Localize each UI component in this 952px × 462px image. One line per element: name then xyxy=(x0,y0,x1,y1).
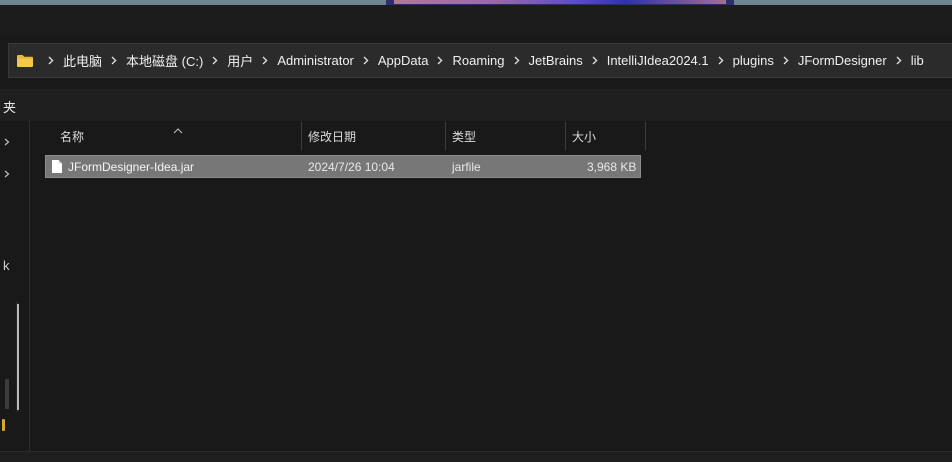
command-bar: 夹 xyxy=(0,89,952,121)
toolbar-gap xyxy=(0,79,952,89)
chevron-right-icon[interactable] xyxy=(777,53,795,69)
folder-icon xyxy=(2,419,5,431)
nav-scrollbar-thumb[interactable] xyxy=(17,304,19,410)
navigation-pane: k xyxy=(0,121,30,461)
nav-label-fragment: 夹 xyxy=(3,100,17,115)
column-divider[interactable] xyxy=(645,122,646,150)
breadcrumb: 此电脑 本地磁盘 (C:) 用户 Administrator AppData Roamin… xyxy=(42,51,927,70)
breadcrumb-item[interactable]: JetBrains xyxy=(526,53,586,68)
chevron-right-icon[interactable] xyxy=(256,53,274,69)
file-modified: 2024/7/26 10:04 xyxy=(308,160,395,174)
chevron-right-icon[interactable] xyxy=(586,53,604,69)
chevron-right-icon[interactable] xyxy=(4,133,10,146)
address-bar[interactable]: 此电脑 本地磁盘 (C:) 用户 Administrator AppData Roamin… xyxy=(8,43,952,78)
chevron-right-icon[interactable] xyxy=(712,53,730,69)
breadcrumb-item[interactable]: JFormDesigner xyxy=(795,53,890,68)
breadcrumb-item[interactable]: 此电脑 xyxy=(60,51,105,70)
file-type: jarfile xyxy=(452,160,481,174)
breadcrumb-item[interactable]: Administrator xyxy=(274,53,357,68)
file-icon xyxy=(51,159,63,174)
chevron-right-icon[interactable] xyxy=(105,53,123,69)
column-header-name[interactable]: 名称 xyxy=(60,121,300,151)
breadcrumb-item[interactable]: lib xyxy=(908,53,927,68)
breadcrumb-item[interactable]: 用户 xyxy=(224,51,256,70)
title-bar xyxy=(0,5,952,35)
chevron-right-icon[interactable] xyxy=(206,53,224,69)
column-divider[interactable] xyxy=(565,122,566,150)
column-header-modified[interactable]: 修改日期 xyxy=(308,121,444,151)
nav-scroll-indicator xyxy=(5,379,9,409)
chevron-right-icon[interactable] xyxy=(508,53,526,69)
breadcrumb-item[interactable]: 本地磁盘 (C:) xyxy=(123,51,206,70)
breadcrumb-item[interactable]: AppData xyxy=(375,53,432,68)
chevron-right-icon[interactable] xyxy=(42,53,60,69)
file-row[interactable]: JFormDesigner-Idea.jar 2024/7/26 10:04 j… xyxy=(45,155,641,178)
chevron-right-icon[interactable] xyxy=(431,53,449,69)
column-divider[interactable] xyxy=(445,122,446,150)
breadcrumb-item[interactable]: plugins xyxy=(730,53,777,68)
chevron-right-icon[interactable] xyxy=(4,165,10,178)
nav-item-fragment[interactable]: k xyxy=(3,258,10,273)
chevron-right-icon[interactable] xyxy=(357,53,375,69)
thumbnail-image xyxy=(394,0,726,4)
column-divider[interactable] xyxy=(301,122,302,150)
breadcrumb-item[interactable]: Roaming xyxy=(449,53,507,68)
chevron-right-icon[interactable] xyxy=(890,53,908,69)
file-size: 3,968 KB xyxy=(587,160,637,174)
status-bar xyxy=(0,451,952,462)
breadcrumb-item[interactable]: IntelliJIdea2024.1 xyxy=(604,53,712,68)
folder-icon xyxy=(16,53,38,69)
column-header-size[interactable]: 大小 xyxy=(572,121,644,151)
file-list: 名称 修改日期 类型 大小 JFormDesigner-Idea.jar 202… xyxy=(30,121,952,451)
column-header-type[interactable]: 类型 xyxy=(452,121,564,151)
file-name: JFormDesigner-Idea.jar xyxy=(68,160,195,174)
